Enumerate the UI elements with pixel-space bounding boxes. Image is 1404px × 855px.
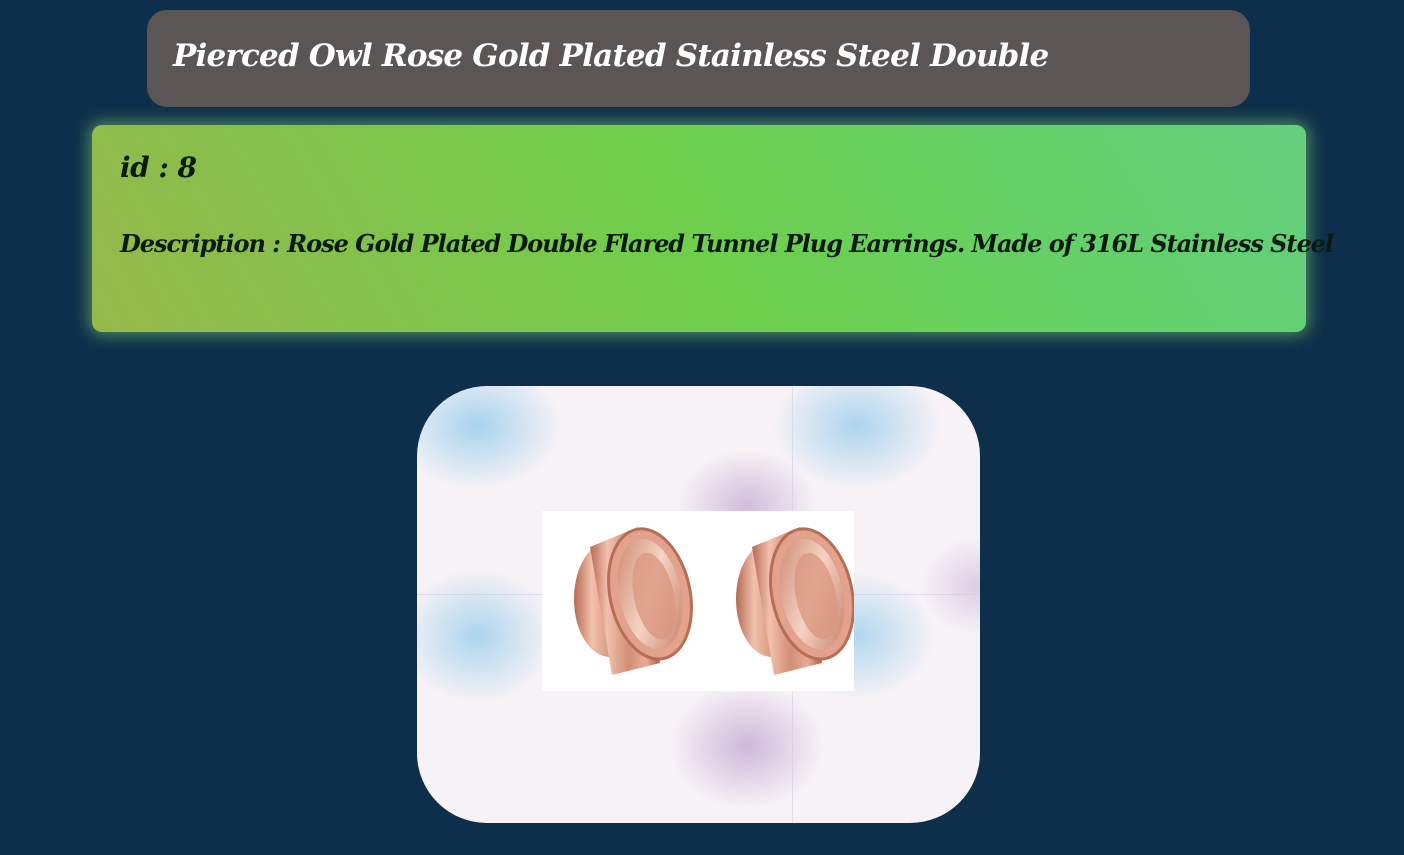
product-photo xyxy=(542,511,855,691)
rose-gold-tunnel-plug-earrings-icon xyxy=(574,527,855,675)
product-image-frame xyxy=(417,386,980,823)
product-description: Description : Rose Gold Plated Double Fl… xyxy=(120,229,1334,258)
product-title: Pierced Owl Rose Gold Plated Stainless S… xyxy=(173,37,1049,74)
product-id: id : 8 xyxy=(120,151,197,184)
right-plug xyxy=(736,527,855,675)
product-info-card: id : 8 Description : Rose Gold Plated Do… xyxy=(92,125,1334,332)
left-plug xyxy=(574,527,693,675)
product-title-bar: Pierced Owl Rose Gold Plated Stainless S… xyxy=(147,10,1250,107)
